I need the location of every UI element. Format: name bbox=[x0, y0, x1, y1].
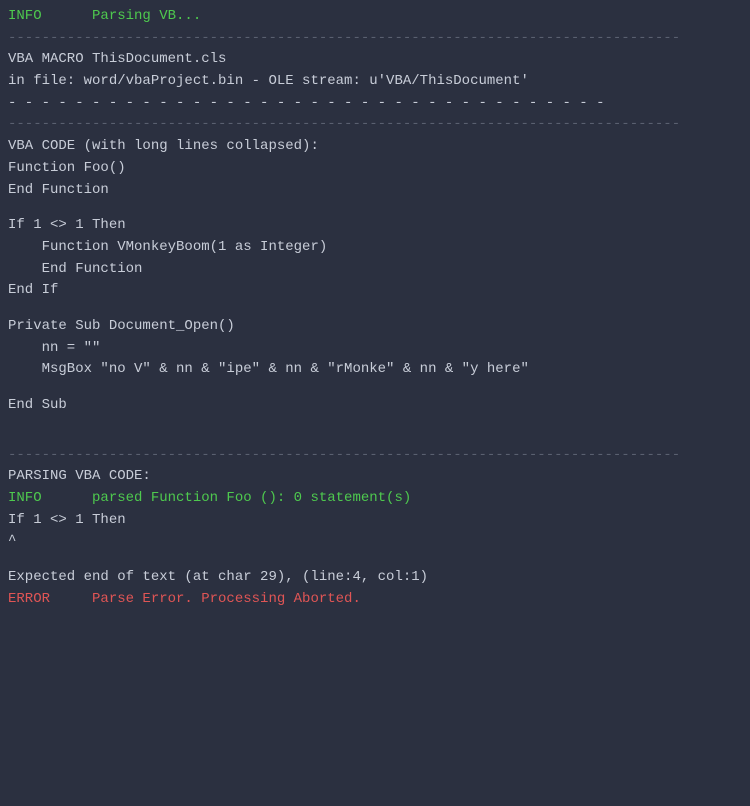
if-1b-line: If 1 <> 1 Then bbox=[8, 510, 742, 532]
vba-code-label-line: VBA CODE (with long lines collapsed): bbox=[8, 136, 742, 158]
spacer3 bbox=[8, 381, 742, 395]
error-line: ERROR Parse Error. Processing Aborted. bbox=[8, 589, 742, 611]
spacer1 bbox=[8, 201, 742, 215]
dashes-line: - - - - - - - - - - - - - - - - - - - - … bbox=[8, 93, 742, 115]
caret-line: ^ bbox=[8, 531, 742, 553]
func-foo-line: Function Foo() bbox=[8, 158, 742, 180]
info-parsing-line: INFO Parsing VB... bbox=[8, 6, 742, 28]
if-1-line: If 1 <> 1 Then bbox=[8, 215, 742, 237]
func-vmonkey-line: Function VMonkeyBoom(1 as Integer) bbox=[8, 237, 742, 259]
spacer5 bbox=[8, 431, 742, 445]
spacer2 bbox=[8, 302, 742, 316]
msgbox-line: MsgBox "no V" & nn & "ipe" & nn & "rMonk… bbox=[8, 359, 742, 381]
spacer4 bbox=[8, 417, 742, 431]
terminal-output: INFO Parsing VB... ---------------------… bbox=[8, 6, 742, 611]
vba-macro-line: VBA MACRO ThisDocument.cls bbox=[8, 49, 742, 71]
vba-file-line: in file: word/vbaProject.bin - OLE strea… bbox=[8, 71, 742, 93]
divider3-line: ----------------------------------------… bbox=[8, 445, 742, 467]
info-parsed-line: INFO parsed Function Foo (): 0 statement… bbox=[8, 488, 742, 510]
divider1-line: ----------------------------------------… bbox=[8, 28, 742, 50]
divider2-line: ----------------------------------------… bbox=[8, 114, 742, 136]
expected-error-line: Expected end of text (at char 29), (line… bbox=[8, 567, 742, 589]
end-func1-line: End Function bbox=[8, 180, 742, 202]
end-if-line: End If bbox=[8, 280, 742, 302]
parsing-label-line: PARSING VBA CODE: bbox=[8, 466, 742, 488]
end-sub-line: End Sub bbox=[8, 395, 742, 417]
end-func2-line: End Function bbox=[8, 259, 742, 281]
private-sub-line: Private Sub Document_Open() bbox=[8, 316, 742, 338]
spacer6 bbox=[8, 553, 742, 567]
nn-assign-line: nn = "" bbox=[8, 338, 742, 360]
